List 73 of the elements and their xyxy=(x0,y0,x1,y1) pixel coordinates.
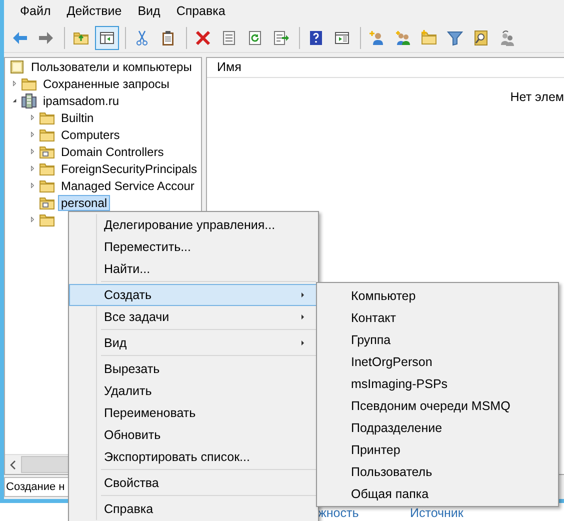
menu-item[interactable]: Вид xyxy=(130,0,168,23)
filter-icon xyxy=(447,30,463,46)
menu-item[interactable]: Свойства xyxy=(71,472,316,494)
menu-item[interactable]: Действие xyxy=(58,0,130,23)
domain-icon xyxy=(21,92,37,108)
folder-icon xyxy=(39,212,55,228)
find-icon xyxy=(473,30,489,46)
back-arrow-icon xyxy=(12,30,28,46)
menu-item[interactable]: Файл xyxy=(12,0,59,23)
folder-icon xyxy=(39,126,55,142)
submenu-arrow-icon xyxy=(299,313,307,321)
menu-item[interactable]: Вырезать xyxy=(71,358,316,380)
tree-item[interactable]: ForeignSecurityPrincipals xyxy=(58,160,200,176)
menu-item[interactable]: Справка xyxy=(168,0,234,23)
link[interactable]: Источник xyxy=(410,504,464,521)
window-pane-icon xyxy=(334,30,350,46)
submenu-arrow-icon xyxy=(299,291,307,299)
properties-sheet-icon xyxy=(221,30,237,46)
forward-arrow-icon xyxy=(38,30,54,46)
scissors-icon xyxy=(134,30,150,46)
menu-item[interactable]: Создать xyxy=(69,284,318,306)
tree-item[interactable]: Computers xyxy=(58,126,123,142)
menu-item[interactable]: Переименовать xyxy=(71,402,316,424)
snapin-icon xyxy=(9,58,25,74)
menu-item[interactable]: Контакт xyxy=(319,307,556,329)
menu-item[interactable]: Все задачи xyxy=(71,306,316,328)
menu-item[interactable]: Общая папка xyxy=(319,483,556,505)
new-group-icon xyxy=(395,30,411,46)
empty-list-message: Нет элем xyxy=(510,89,564,106)
clipboard-icon xyxy=(160,30,176,46)
menu-item[interactable]: Удалить xyxy=(71,380,316,402)
menu-item[interactable]: Найти... xyxy=(71,258,316,280)
console-tree-icon xyxy=(99,30,115,46)
menu-item[interactable]: Псевдоним очереди MSMQ xyxy=(319,395,556,417)
menu-item[interactable]: Переместить... xyxy=(71,236,316,258)
tree-item[interactable]: Managed Service Accour xyxy=(58,178,198,194)
folder-icon xyxy=(21,76,37,92)
folder-icon xyxy=(39,194,55,210)
menu-item[interactable]: Пользователь xyxy=(319,461,556,483)
menu-item[interactable]: InetOrgPerson xyxy=(319,351,556,373)
submenu-arrow-icon xyxy=(299,339,307,347)
menu-item[interactable]: Подразделение xyxy=(319,417,556,439)
folder-icon xyxy=(39,178,55,194)
menu-item[interactable]: Вид xyxy=(71,332,316,354)
tree-item[interactable]: Пользователи и компьютеры xyxy=(28,58,195,74)
menu-item[interactable]: Делегирование управления... xyxy=(71,214,316,236)
export-list-icon xyxy=(273,30,289,46)
folder-up-icon xyxy=(73,30,89,46)
tree-item[interactable]: Сохраненные запросы xyxy=(40,76,172,92)
folder-icon xyxy=(39,160,55,176)
tree-item[interactable]: Domain Controllers xyxy=(58,144,167,160)
move-users-icon xyxy=(499,30,515,46)
menu-item[interactable]: Экспортировать список... xyxy=(71,446,316,468)
menu-item[interactable]: msImaging-PSPs xyxy=(319,373,556,395)
tree-item[interactable]: personal xyxy=(58,194,110,210)
menu-item[interactable]: Группа xyxy=(319,329,556,351)
tree-item[interactable]: Builtin xyxy=(58,110,97,126)
folder-icon xyxy=(39,110,55,126)
refresh-icon xyxy=(247,30,263,46)
column-header[interactable]: Имя xyxy=(217,58,242,77)
menu-item[interactable]: Принтер xyxy=(319,439,556,461)
delete-x-icon xyxy=(195,30,211,46)
new-folder-icon xyxy=(421,30,437,46)
help-icon xyxy=(308,30,324,46)
status-text: Создание н xyxy=(6,480,65,495)
toolbar-button[interactable] xyxy=(95,26,119,50)
link[interactable]: жность xyxy=(318,504,359,521)
tree-item[interactable]: ipamsadom.ru xyxy=(40,92,122,108)
folder-icon xyxy=(39,144,55,160)
menu-item[interactable]: Обновить xyxy=(71,424,316,446)
menu-item[interactable]: Справка xyxy=(71,498,316,520)
new-user-icon xyxy=(369,30,385,46)
menu-item[interactable]: Компьютер xyxy=(319,285,556,307)
